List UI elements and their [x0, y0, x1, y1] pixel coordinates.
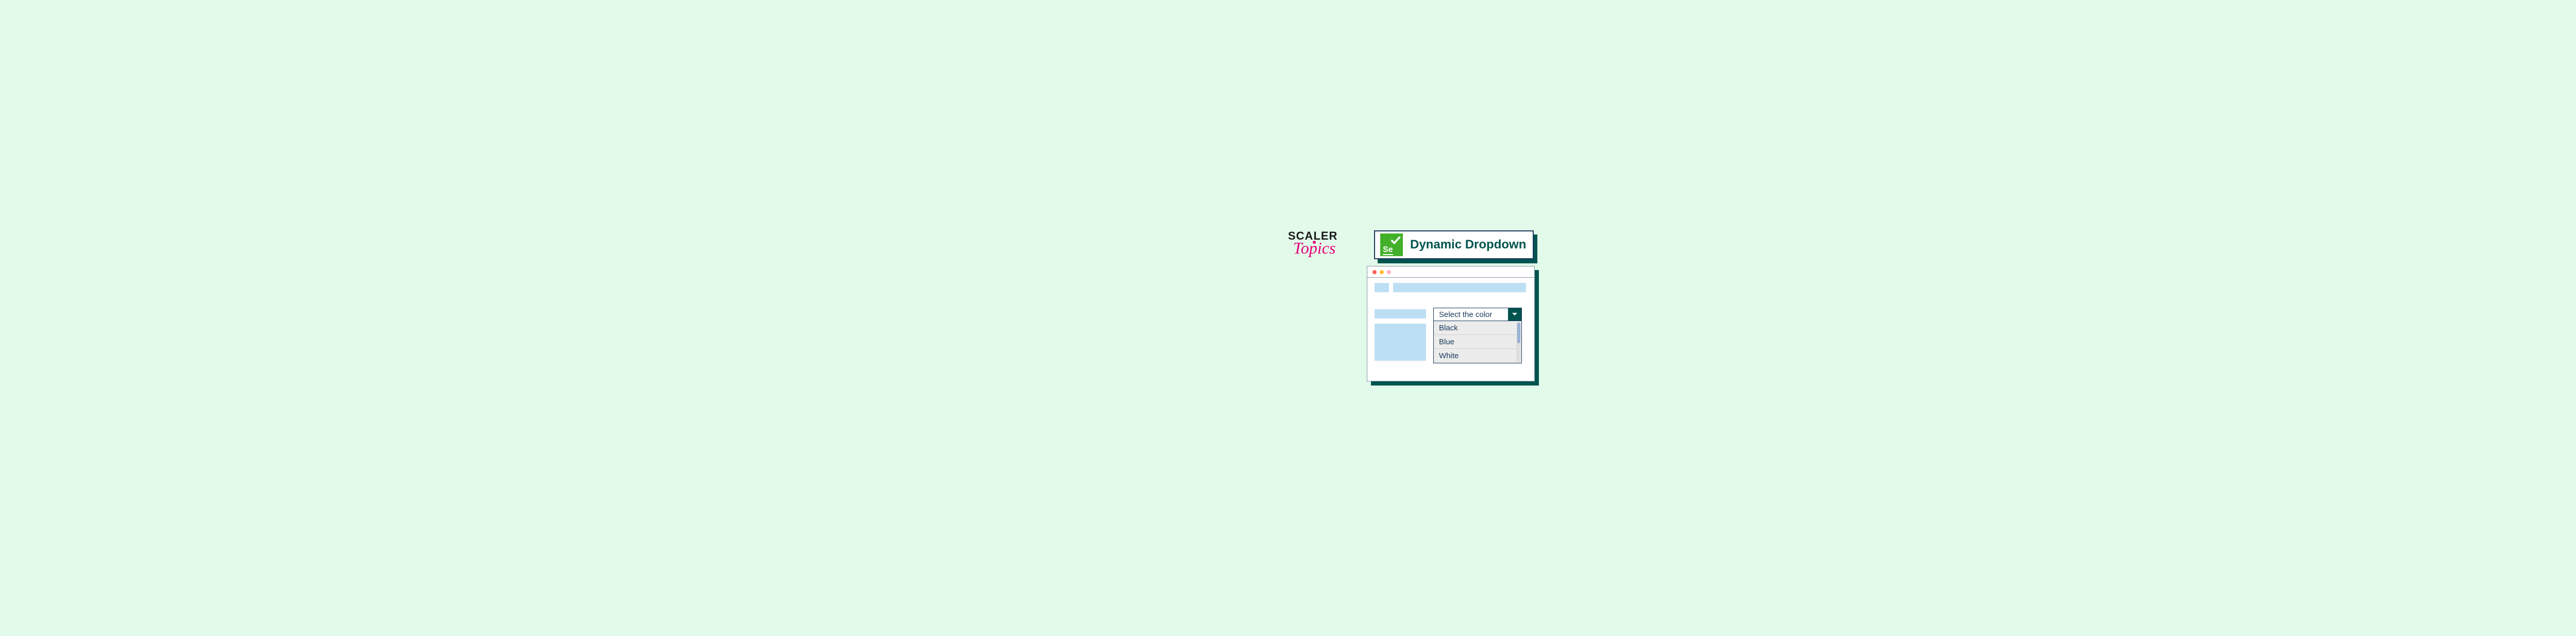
browser-window: Select the color Black Blue White	[1367, 266, 1535, 381]
title-card: Se Dynamic Dropdown	[1374, 230, 1534, 259]
placeholder-row	[1375, 283, 1527, 295]
dropdown-placeholder: Select the color	[1439, 310, 1492, 319]
dropdown-list: Black Blue White	[1433, 321, 1522, 363]
checkmark-icon	[1390, 235, 1401, 246]
dropdown-toggle-button[interactable]	[1508, 308, 1521, 321]
chevron-down-icon	[1512, 312, 1518, 316]
dropdown-option[interactable]: Black	[1434, 321, 1521, 335]
color-dropdown[interactable]: Select the color	[1433, 308, 1522, 321]
window-maximize-icon	[1387, 270, 1391, 274]
placeholder-block	[1375, 283, 1389, 292]
placeholder-block	[1393, 283, 1526, 292]
dropdown-option[interactable]: Blue	[1434, 335, 1521, 349]
selenium-icon-label: Se	[1383, 246, 1393, 255]
browser-body: Select the color Black Blue White	[1367, 278, 1534, 366]
placeholder-block	[1375, 309, 1426, 319]
scaler-topics-logo: SCALER Topics	[1288, 229, 1355, 258]
browser-titlebar	[1367, 266, 1534, 278]
window-close-icon	[1372, 270, 1377, 274]
window-minimize-icon	[1380, 270, 1384, 274]
logo-subbrand-text: Topics	[1293, 239, 1355, 258]
scrollbar-thumb[interactable]	[1517, 323, 1520, 343]
title-text: Dynamic Dropdown	[1410, 238, 1526, 252]
dropdown-option[interactable]: White	[1434, 349, 1521, 363]
placeholder-block	[1375, 324, 1426, 361]
selenium-icon: Se	[1380, 233, 1403, 256]
diagram-canvas: SCALER Topics Se Dynamic Dropdown	[1051, 215, 2040, 421]
